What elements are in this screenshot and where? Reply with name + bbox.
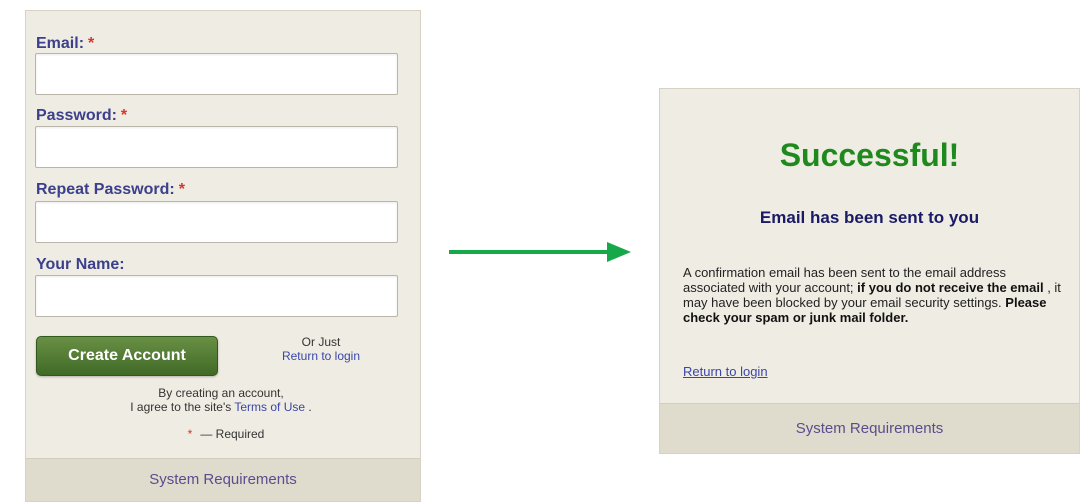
password-field[interactable] [35,126,398,168]
arrow-right-icon [449,242,631,262]
alternative-login: Or Just Return to login [266,335,376,363]
email-field[interactable] [35,53,398,95]
create-account-button[interactable]: Create Account [36,336,218,376]
required-marker: * [178,181,185,198]
required-marker: * [187,427,193,441]
success-subtitle: Email has been sent to you [759,208,980,227]
password-label: Password: * [36,107,128,124]
repeat-password-field[interactable] [35,201,398,243]
success-title: Successful! [779,137,960,173]
confirmation-message: A confirmation email has been sent to th… [683,265,1061,325]
required-marker: * [88,35,95,52]
system-requirements-link[interactable]: System Requirements [149,471,297,488]
system-requirements-footer[interactable]: System Requirements [26,458,420,501]
name-label: Your Name: [36,256,125,273]
agree-line-2: I agree to the site's Terms of Use . [130,400,312,414]
confirmation-panel: Successful! Email has been sent to you A… [659,88,1080,454]
terms-agreement: By creating an account, I agree to the s… [86,386,356,414]
return-to-login-link[interactable]: Return to login [266,349,376,363]
repeat-password-label: Repeat Password: * [36,181,185,198]
or-just-text: Or Just [301,335,341,349]
email-label: Email: * [36,35,95,52]
signup-panel: Email: * Password: * Repeat Password: * You… [25,10,421,502]
system-requirements-link[interactable]: System Requirements [796,420,944,437]
system-requirements-footer[interactable]: System Requirements [660,403,1079,453]
required-legend: * — Required [187,427,265,441]
agree-line-1: By creating an account, [158,386,284,400]
required-marker: * [120,107,128,124]
return-to-login-link[interactable]: Return to login [683,364,768,379]
name-field[interactable] [35,275,398,317]
terms-of-use-link[interactable]: Terms of Use [234,400,305,414]
